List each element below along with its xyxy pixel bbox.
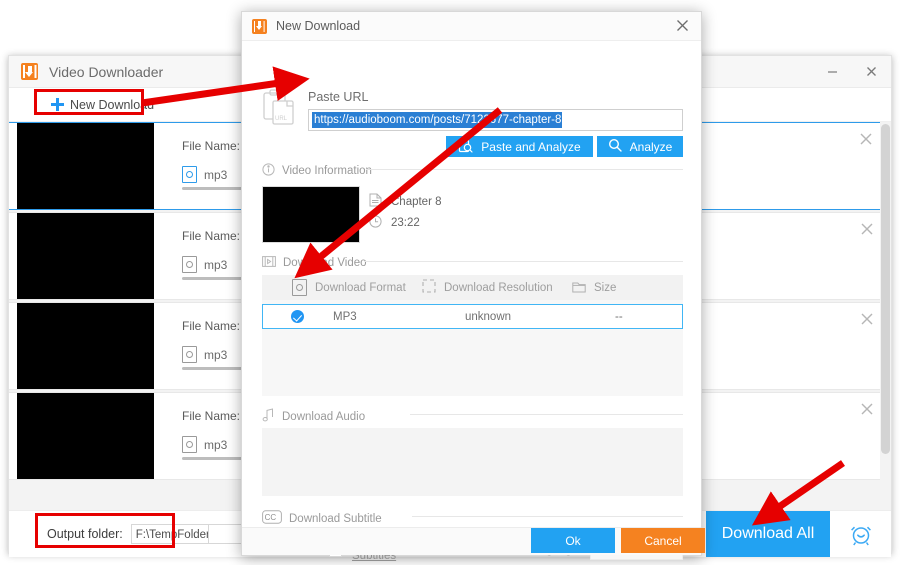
app-download-logo-icon [252, 18, 267, 34]
window-controls [813, 56, 891, 87]
analyze-label: Analyze [629, 139, 673, 154]
close-icon[interactable] [675, 18, 691, 34]
download-audio-label: Download Audio [282, 410, 366, 423]
divider [412, 516, 683, 517]
output-folder-label: Output folder: [47, 527, 123, 541]
format-label: mp3 [204, 257, 228, 272]
format-label: mp3 [204, 167, 228, 182]
minimize-icon[interactable] [813, 56, 852, 87]
download-all-button[interactable]: Download All [706, 511, 830, 557]
close-icon[interactable] [858, 131, 874, 147]
download-format-row-mp3[interactable]: MP3 unknown -- [262, 304, 683, 329]
size-value: -- [615, 310, 623, 323]
paste-and-analyze-button[interactable]: Paste and Analyze [446, 136, 593, 157]
format-label: mp3 [204, 347, 228, 362]
media-file-icon [292, 279, 307, 296]
list-scrollbar[interactable] [880, 122, 891, 510]
svg-text:URL: URL [275, 116, 288, 122]
cc-icon: CC [262, 510, 282, 527]
url-input-value: https://audioboom.com/posts/7122677-chap… [312, 112, 563, 128]
search-icon [608, 138, 622, 155]
close-icon[interactable] [859, 401, 875, 417]
close-icon[interactable] [859, 311, 875, 327]
resolution-value: unknown [465, 310, 512, 323]
divider [366, 169, 683, 170]
output-folder-input[interactable]: F:\TempFolder [130, 524, 209, 544]
media-file-icon [182, 346, 197, 363]
file-size-icon [572, 280, 586, 296]
paste-and-analyze-label: Paste and Analyze [481, 139, 581, 154]
alarm-clock-icon[interactable] [830, 511, 891, 557]
download-video-label: Download Video [283, 257, 367, 269]
video-title-row: Chapter 8 [369, 193, 442, 210]
crop-frame-icon [422, 279, 436, 296]
url-input[interactable]: https://audioboom.com/posts/7122677-chap… [308, 109, 683, 131]
column-label: Download Format [315, 281, 406, 294]
column-label: Download Resolution [444, 281, 553, 294]
video-thumbnail [262, 186, 360, 243]
close-icon[interactable] [852, 56, 891, 87]
divider [365, 261, 683, 262]
plus-icon [51, 98, 64, 111]
video-information-label: Video Information [282, 165, 372, 177]
dialog-footer: Ok Cancel [242, 527, 705, 555]
column-header-download-resolution: Download Resolution [422, 279, 572, 296]
video-title: Chapter 8 [391, 195, 442, 208]
film-icon [262, 255, 276, 271]
download-video-section-header: Download Video [262, 255, 367, 271]
video-duration-row: 23:22 [369, 215, 420, 231]
media-file-icon [182, 436, 197, 453]
new-download-dialog: New Download URL Paste URL https://audio… [241, 11, 705, 562]
video-duration: 23:22 [391, 217, 420, 229]
page-title: Video Downloader [49, 63, 164, 80]
new-download-label: New Download [70, 97, 155, 112]
media-file-icon [182, 166, 197, 183]
download-audio-list [262, 428, 683, 496]
close-icon[interactable] [859, 221, 875, 237]
thumbnail [17, 123, 154, 209]
download-subtitle-label: Download Subtitle [289, 512, 382, 525]
format-value: MP3 [333, 310, 357, 323]
media-file-icon [182, 256, 197, 273]
paste-url-label: Paste URL [308, 90, 369, 104]
download-subtitle-section-header: CC Download Subtitle [262, 510, 382, 527]
dialog-body: URL Paste URL https://audioboom.com/post… [242, 41, 701, 562]
clipboard-search-icon [458, 137, 473, 156]
document-icon [369, 193, 382, 210]
format-label: mp3 [204, 437, 228, 452]
thumbnail [17, 213, 154, 299]
column-header-download-format: Download Format [292, 279, 422, 296]
analyze-button[interactable]: Analyze [597, 136, 683, 157]
video-information-section-header: Video Information [262, 163, 372, 179]
app-download-logo-icon [21, 63, 38, 80]
info-icon [262, 163, 275, 179]
download-format-table-header: Download Format Download Resolution Size [262, 275, 683, 300]
check-circle-icon[interactable] [291, 310, 304, 323]
clock-icon [369, 215, 382, 231]
cancel-button[interactable]: Cancel [621, 528, 705, 553]
thumbnail [17, 303, 154, 389]
svg-text:CC: CC [265, 513, 277, 522]
new-download-button[interactable]: New Download [43, 94, 162, 116]
column-header-size: Size [572, 280, 616, 296]
ok-button[interactable]: Ok [531, 528, 615, 553]
scrollbar-thumb[interactable] [881, 124, 890, 454]
music-note-icon [262, 408, 275, 425]
thumbnail [17, 393, 154, 479]
clipboard-url-icon: URL [262, 88, 298, 126]
dialog-title: New Download [276, 19, 361, 33]
download-audio-section-header: Download Audio [262, 408, 365, 425]
column-label: Size [594, 281, 617, 294]
divider [410, 414, 683, 415]
dialog-titlebar: New Download [242, 12, 701, 41]
